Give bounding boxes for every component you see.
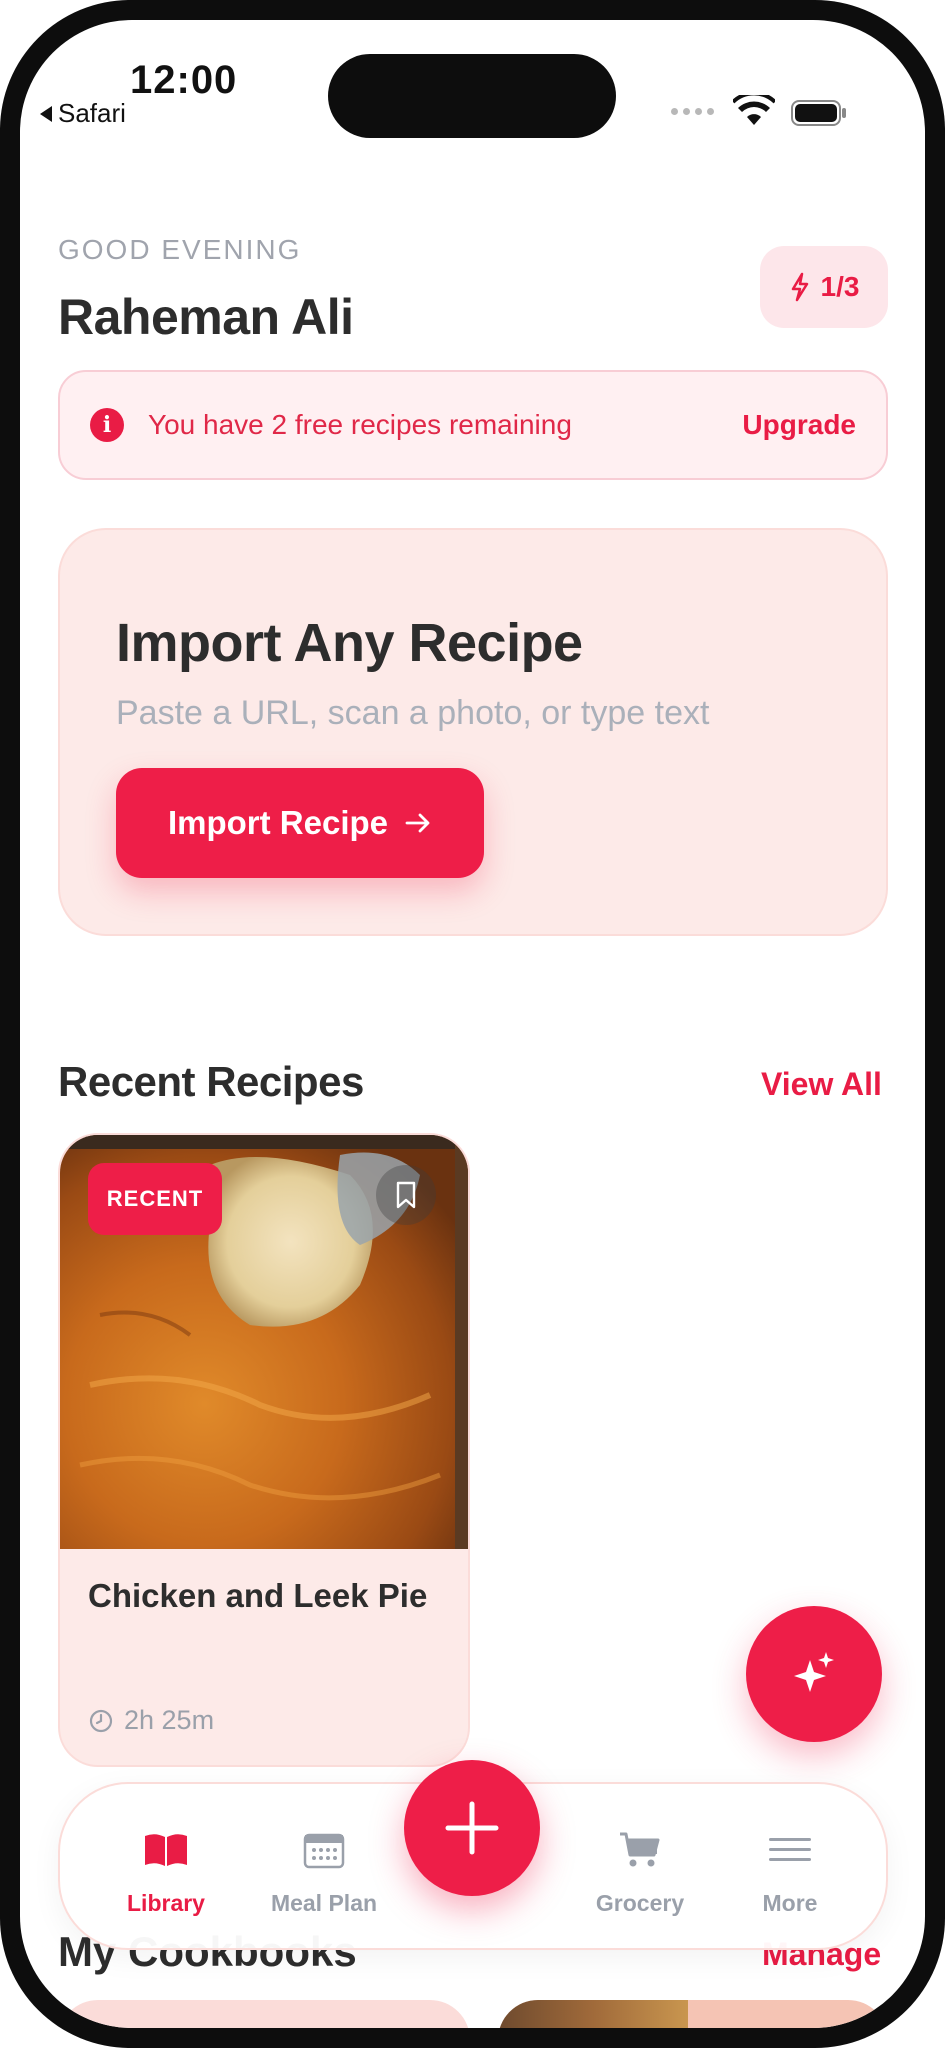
battery-icon — [791, 100, 846, 126]
tab-more[interactable]: More — [740, 1784, 840, 1952]
import-card-title: Import Any Recipe — [116, 613, 583, 673]
info-icon: i — [90, 408, 124, 442]
menu-icon — [767, 1830, 813, 1870]
cookbook-card[interactable] — [58, 2000, 470, 2028]
book-icon — [143, 1830, 189, 1870]
back-to-app-link[interactable]: Safari — [40, 98, 126, 129]
calendar-icon — [301, 1830, 347, 1870]
wifi-icon — [733, 95, 775, 125]
credits-badge[interactable]: 1/3 — [760, 246, 888, 328]
recipe-title: Chicken and Leek Pie — [88, 1577, 428, 1614]
back-app-label: Safari — [58, 98, 126, 128]
recipe-duration: 2h 25m — [88, 1705, 214, 1736]
import-button-label: Import Recipe — [167, 804, 389, 841]
recent-badge: RECENT — [88, 1163, 222, 1235]
status-time: 12:00 — [130, 58, 238, 102]
sparkle-icon — [794, 1652, 834, 1692]
back-arrow-icon — [40, 105, 52, 122]
upgrade-link[interactable]: Upgrade — [742, 409, 856, 441]
tab-grocery-label: Grocery — [595, 1890, 685, 1916]
tab-library[interactable]: Library — [106, 1784, 226, 1952]
arrow-right-icon — [405, 813, 430, 833]
import-card-subtitle: Paste a URL, scan a photo, or type text — [116, 694, 710, 732]
tab-grocery[interactable]: Grocery — [580, 1784, 700, 1952]
user-name: Raheman Ali — [58, 289, 354, 345]
add-recipe-button[interactable] — [404, 1760, 540, 1896]
cellular-signal-icon — [671, 108, 714, 115]
recent-recipes-heading: Recent Recipes — [58, 1058, 364, 1105]
lightning-icon — [791, 272, 808, 302]
device-frame: 12:00 Safari GOOD EVENING Raheman Ali 1/… — [0, 0, 945, 2048]
app-screen: 12:00 Safari GOOD EVENING Raheman Ali 1/… — [20, 20, 925, 2028]
tab-more-label: More — [762, 1890, 818, 1916]
free-recipes-banner: i You have 2 free recipes remaining Upgr… — [58, 370, 888, 480]
greeting-text: GOOD EVENING — [58, 234, 302, 265]
recipe-time-text: 2h 25m — [124, 1705, 215, 1735]
bookmark-button[interactable] — [376, 1165, 436, 1225]
plus-icon — [445, 1801, 499, 1855]
clock-icon — [89, 1709, 113, 1732]
dynamic-island — [328, 54, 616, 138]
cookbook-card[interactable] — [498, 2000, 888, 2028]
ai-assistant-button[interactable] — [746, 1606, 882, 1742]
tab-meal-plan-label: Meal Plan — [270, 1890, 378, 1916]
import-recipe-button[interactable]: Import Recipe — [116, 768, 484, 878]
banner-message: You have 2 free recipes remaining — [148, 409, 572, 440]
bookmark-icon — [396, 1181, 416, 1209]
cart-icon — [617, 1830, 663, 1870]
cookbook-cover-image — [498, 2000, 688, 2028]
credits-count: 1/3 — [820, 271, 860, 302]
view-all-link[interactable]: View All — [761, 1066, 882, 1103]
import-recipe-card: Import Any Recipe Paste a URL, scan a ph… — [58, 528, 888, 936]
tab-library-label: Library — [127, 1890, 205, 1916]
recipe-card[interactable]: RECENT Chicken and Leek Pie 2h 25m — [58, 1133, 470, 1767]
tab-meal-plan[interactable]: Meal Plan — [264, 1784, 384, 1952]
